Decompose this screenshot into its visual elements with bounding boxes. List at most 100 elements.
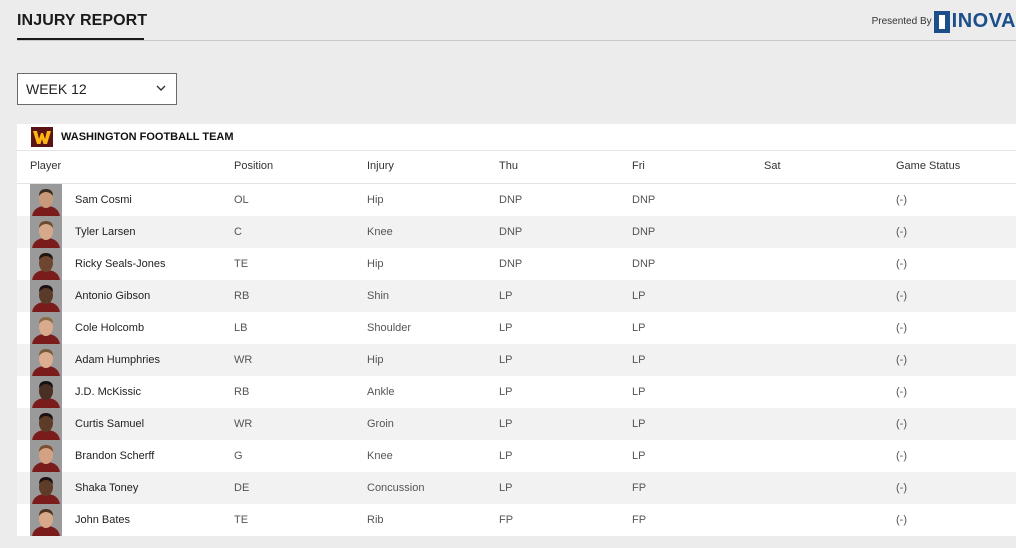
player-headshot[interactable] — [30, 184, 62, 216]
table-row: J.D. McKissic RB Ankle LP LP (-) — [17, 376, 1016, 408]
player-name[interactable]: Sam Cosmi — [75, 194, 132, 206]
team-name: WASHINGTON FOOTBALL TEAM — [61, 131, 234, 143]
table-row: Brandon Scherff G Knee LP LP (-) — [17, 440, 1016, 472]
player-injury: Groin — [367, 418, 394, 430]
practice-thu: DNP — [499, 194, 523, 206]
practice-thu: DNP — [499, 258, 523, 270]
week-select[interactable]: WEEK 12 — [17, 73, 177, 105]
player-position: G — [234, 450, 243, 462]
practice-fri: LP — [632, 450, 646, 462]
practice-thu: LP — [499, 418, 513, 430]
player-headshot[interactable] — [30, 504, 62, 536]
player-headshot[interactable] — [30, 312, 62, 344]
practice-thu: LP — [499, 354, 513, 366]
table-row: Sam Cosmi OL Hip DNP DNP (-) — [17, 184, 1016, 216]
player-injury: Concussion — [367, 482, 425, 494]
sponsor-name: INOVA — [951, 10, 1016, 32]
player-name[interactable]: Brandon Scherff — [75, 450, 154, 462]
player-headshot[interactable] — [30, 376, 62, 408]
player-headshot[interactable] — [30, 248, 62, 280]
player-injury: Knee — [367, 226, 393, 238]
practice-fri: LP — [632, 322, 646, 334]
column-header-game-status: Game Status — [896, 160, 961, 172]
inova-mark-icon — [933, 10, 950, 33]
practice-fri: LP — [632, 354, 646, 366]
player-headshot[interactable] — [30, 216, 62, 248]
player-name[interactable]: Ricky Seals-Jones — [75, 258, 165, 270]
game-status: (-) — [896, 258, 907, 270]
player-injury: Knee — [367, 450, 393, 462]
chevron-down-icon — [156, 85, 166, 91]
player-injury: Shin — [367, 290, 390, 302]
table-row: John Bates TE Rib FP FP (-) — [17, 504, 1016, 536]
player-position: DE — [234, 482, 250, 494]
practice-fri: FP — [632, 482, 647, 494]
sponsor-area[interactable]: Presented By INOVA — [872, 10, 1016, 33]
practice-fri: FP — [632, 514, 647, 526]
player-position: LB — [234, 322, 248, 334]
player-name[interactable]: Antonio Gibson — [75, 290, 150, 302]
practice-thu: LP — [499, 322, 513, 334]
player-name[interactable]: John Bates — [75, 514, 130, 526]
player-injury: Shoulder — [367, 322, 412, 334]
team-header: WASHINGTON FOOTBALL TEAM — [17, 124, 1016, 151]
table-row: Shaka Toney DE Concussion LP FP (-) — [17, 472, 1016, 504]
player-position: TE — [234, 258, 249, 270]
team-logo-icon — [31, 127, 53, 147]
game-status: (-) — [896, 354, 907, 366]
practice-thu: DNP — [499, 226, 523, 238]
game-status: (-) — [896, 418, 907, 430]
player-position: WR — [234, 354, 253, 366]
player-name[interactable]: Curtis Samuel — [75, 418, 144, 430]
player-injury: Hip — [367, 258, 384, 270]
injury-table-card: WASHINGTON FOOTBALL TEAM Player Position… — [17, 124, 1016, 536]
player-position: C — [234, 226, 242, 238]
practice-thu: LP — [499, 386, 513, 398]
practice-thu: LP — [499, 290, 513, 302]
column-header-thu: Thu — [499, 160, 518, 172]
player-injury: Hip — [367, 354, 384, 366]
player-name[interactable]: J.D. McKissic — [75, 386, 141, 398]
player-name[interactable]: Tyler Larsen — [75, 226, 136, 238]
column-header-sat: Sat — [764, 160, 781, 172]
player-position: RB — [234, 290, 250, 302]
game-status: (-) — [896, 450, 907, 462]
player-injury: Rib — [367, 514, 384, 526]
player-name[interactable]: Cole Holcomb — [75, 322, 144, 334]
presented-by-label: Presented By — [871, 16, 932, 27]
table-row: Curtis Samuel WR Groin LP LP (-) — [17, 408, 1016, 440]
player-position: TE — [234, 514, 249, 526]
player-position: RB — [234, 386, 250, 398]
player-name[interactable]: Shaka Toney — [75, 482, 138, 494]
column-header-player: Player — [30, 160, 62, 172]
practice-thu: LP — [499, 482, 513, 494]
page-header: INJURY REPORT Presented By INOVA — [17, 0, 1016, 41]
practice-fri: DNP — [632, 226, 656, 238]
column-header-injury: Injury — [367, 160, 394, 172]
table-row: Ricky Seals-Jones TE Hip DNP DNP (-) — [17, 248, 1016, 280]
page-title: INJURY REPORT — [17, 12, 148, 29]
player-injury: Ankle — [367, 386, 395, 398]
player-headshot[interactable] — [30, 472, 62, 504]
player-rows: Sam Cosmi OL Hip DNP DNP (-) Tyler Larsen C Knee… — [17, 184, 1016, 536]
game-status: (-) — [896, 194, 907, 206]
player-position: OL — [234, 194, 249, 206]
game-status: (-) — [896, 514, 907, 526]
game-status: (-) — [896, 322, 907, 334]
player-headshot[interactable] — [30, 408, 62, 440]
player-name[interactable]: Adam Humphries — [75, 354, 160, 366]
player-headshot[interactable] — [30, 440, 62, 472]
practice-fri: LP — [632, 290, 646, 302]
practice-thu: LP — [499, 450, 513, 462]
week-select-value: WEEK 12 — [26, 81, 87, 97]
practice-fri: DNP — [632, 258, 656, 270]
game-status: (-) — [896, 482, 907, 494]
table-row: Antonio Gibson RB Shin LP LP (-) — [17, 280, 1016, 312]
player-headshot[interactable] — [30, 280, 62, 312]
column-header-fri: Fri — [632, 160, 645, 172]
player-headshot[interactable] — [30, 344, 62, 376]
game-status: (-) — [896, 386, 907, 398]
table-row: Tyler Larsen C Knee DNP DNP (-) — [17, 216, 1016, 248]
table-row: Adam Humphries WR Hip LP LP (-) — [17, 344, 1016, 376]
inova-logo[interactable]: INOVA — [933, 10, 1016, 33]
